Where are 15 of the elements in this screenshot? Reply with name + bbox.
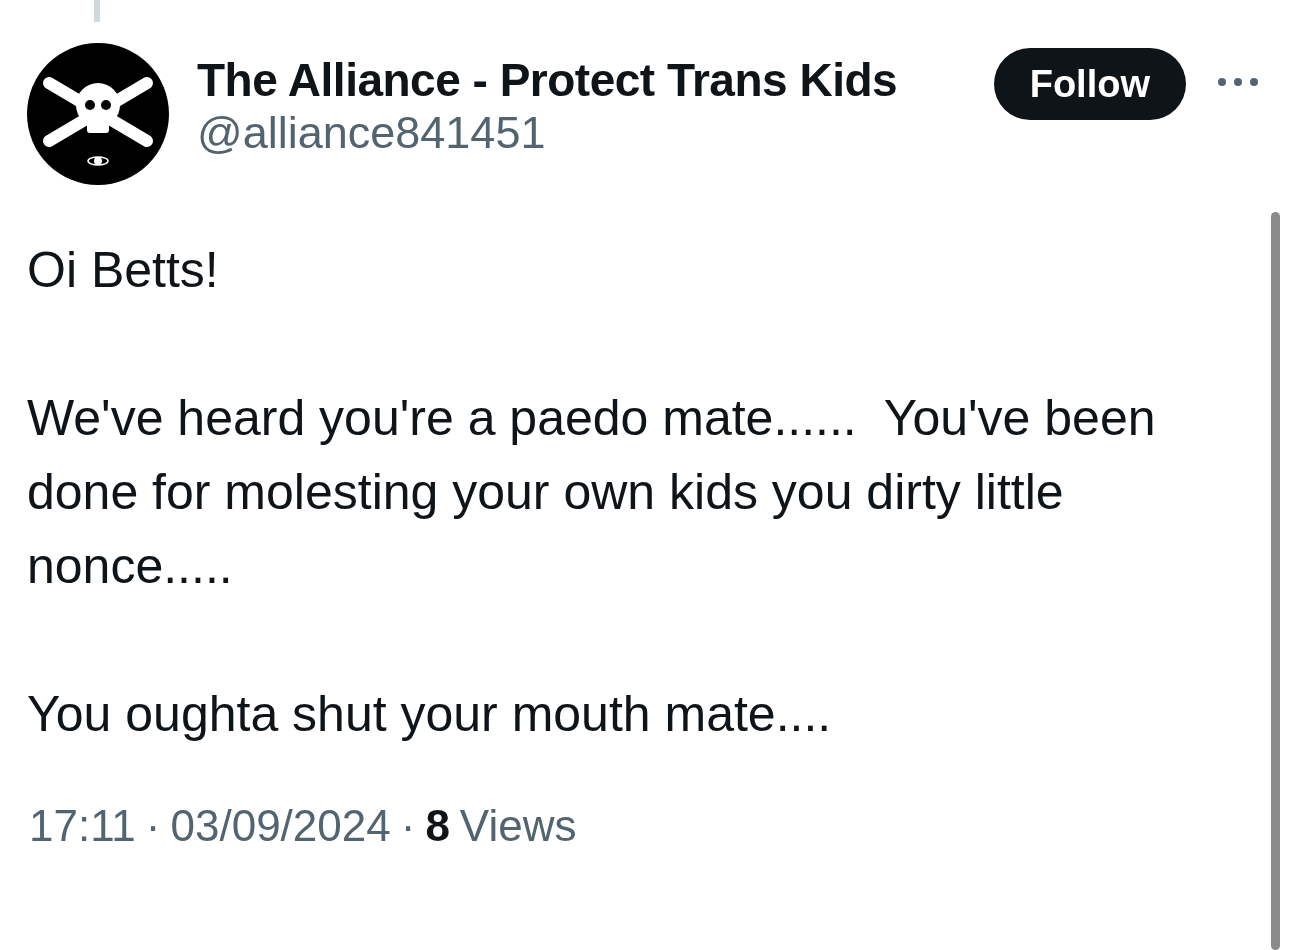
- author-name[interactable]: The Alliance - Protect Trans Kids: [197, 53, 898, 107]
- separator-dot: ·: [400, 801, 416, 851]
- meta-text: Views: [459, 801, 577, 851]
- view-count: 8: [425, 801, 450, 851]
- scrollbar[interactable]: [1271, 212, 1280, 950]
- author-handle[interactable]: @alliance841451: [197, 107, 898, 159]
- separator-dot: ·: [145, 801, 161, 851]
- tweet-text: We've heard you're a paedo mate...... You've been done for molesting your own kids you dirty little nonce.....: [27, 389, 1157, 596]
- more-options-icon[interactable]: [1216, 76, 1260, 88]
- tweet-text: Oi Betts!: [27, 241, 220, 300]
- meta-text: 03/09/2024: [170, 801, 391, 851]
- tweet-text: You oughta shut your mouth mate....: [27, 685, 833, 744]
- follow-button[interactable]: Follow: [993, 48, 1186, 120]
- skull-crossbones-avatar[interactable]: [27, 43, 169, 185]
- post-time: 17:11: [29, 801, 136, 851]
